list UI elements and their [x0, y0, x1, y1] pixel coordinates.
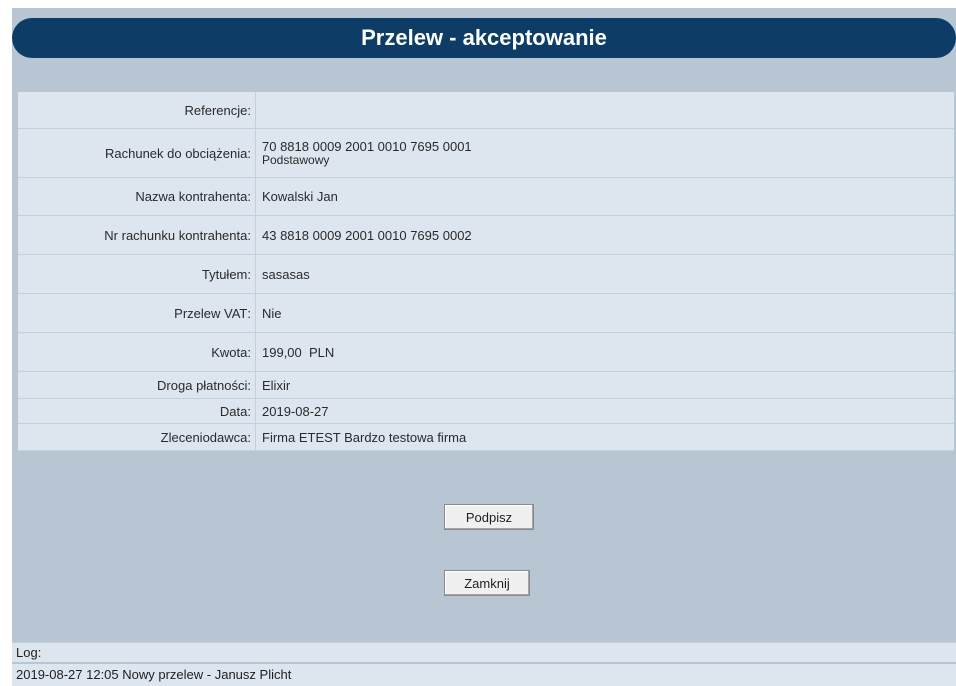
amount-value: 199,00 PLN: [262, 344, 335, 360]
detail-value: 2019-08-27: [256, 399, 954, 423]
counterparty-name: Kowalski Jan: [262, 189, 338, 204]
detail-value: Kowalski Jan: [256, 178, 954, 215]
detail-row-counterparty-name: Nazwa kontrahenta Kowalski Jan: [18, 178, 954, 216]
detail-row-amount: Kwota 199,00 PLN: [18, 333, 954, 372]
detail-label: Nr rachunku kontrahenta: [18, 216, 256, 254]
detail-value: Nie: [256, 294, 954, 332]
detail-value: Elixir: [256, 372, 954, 398]
sign-button[interactable]: Podpisz: [444, 504, 534, 530]
log-entry: 2019-08-27 12:05 Nowy przelew - Janusz P…: [12, 664, 956, 686]
close-button[interactable]: Zamknij: [444, 570, 530, 596]
debit-account-name: Podstawowy: [262, 153, 330, 167]
detail-label: Nazwa kontrahenta: [18, 178, 256, 215]
detail-row-title: Tytułem sasasas: [18, 255, 954, 294]
detail-label: Kwota: [18, 333, 256, 371]
transfer-accept-panel: Przelew - akceptowanie Referencje Rachun…: [12, 8, 956, 686]
detail-row-date: Data 2019-08-27: [18, 399, 954, 424]
debit-account-number: 70 8818 0009 2001 0010 7695 0001: [262, 139, 472, 154]
payment-route-value: Elixir: [262, 377, 291, 393]
log-header: Log:: [12, 642, 956, 662]
detail-value: [256, 92, 954, 128]
detail-label: Zleceniodawca: [18, 424, 256, 450]
detail-value: 43 8818 0009 2001 0010 7695 0002: [256, 216, 954, 254]
detail-row-ordering-party: Zleceniodawca Firma ETEST Bardzo testowa…: [18, 424, 954, 451]
page-title: Przelew - akceptowanie: [12, 18, 956, 58]
detail-label: Rachunek do obciążenia: [18, 129, 256, 177]
detail-label: Droga płatności: [18, 372, 256, 398]
transfer-details-table: Referencje Rachunek do obciążenia 70 881…: [18, 92, 954, 451]
date-value: 2019-08-27: [262, 403, 329, 419]
detail-value: sasasas: [256, 255, 954, 293]
transfer-title: sasasas: [262, 266, 310, 282]
detail-row-debit-account: Rachunek do obciążenia 70 8818 0009 2001…: [18, 129, 954, 178]
detail-label: Tytułem: [18, 255, 256, 293]
detail-label: Przelew VAT: [18, 294, 256, 332]
vat-transfer-value: Nie: [262, 305, 282, 321]
detail-label: Data: [18, 399, 256, 423]
detail-label: Referencje: [18, 92, 256, 128]
detail-value: 70 8818 0009 2001 0010 7695 0001 Podstaw…: [256, 129, 954, 177]
ordering-party-value: Firma ETEST Bardzo testowa firma: [262, 429, 467, 445]
detail-row-vat: Przelew VAT Nie: [18, 294, 954, 333]
detail-value: Firma ETEST Bardzo testowa firma: [256, 424, 954, 450]
detail-row-counterparty-account: Nr rachunku kontrahenta 43 8818 0009 200…: [18, 216, 954, 255]
counterparty-account: 43 8818 0009 2001 0010 7695 0002: [262, 227, 472, 243]
detail-value: 199,00 PLN: [256, 333, 954, 371]
detail-row-payment-route: Droga płatności Elixir: [18, 372, 954, 399]
detail-row-reference: Referencje: [18, 92, 954, 129]
